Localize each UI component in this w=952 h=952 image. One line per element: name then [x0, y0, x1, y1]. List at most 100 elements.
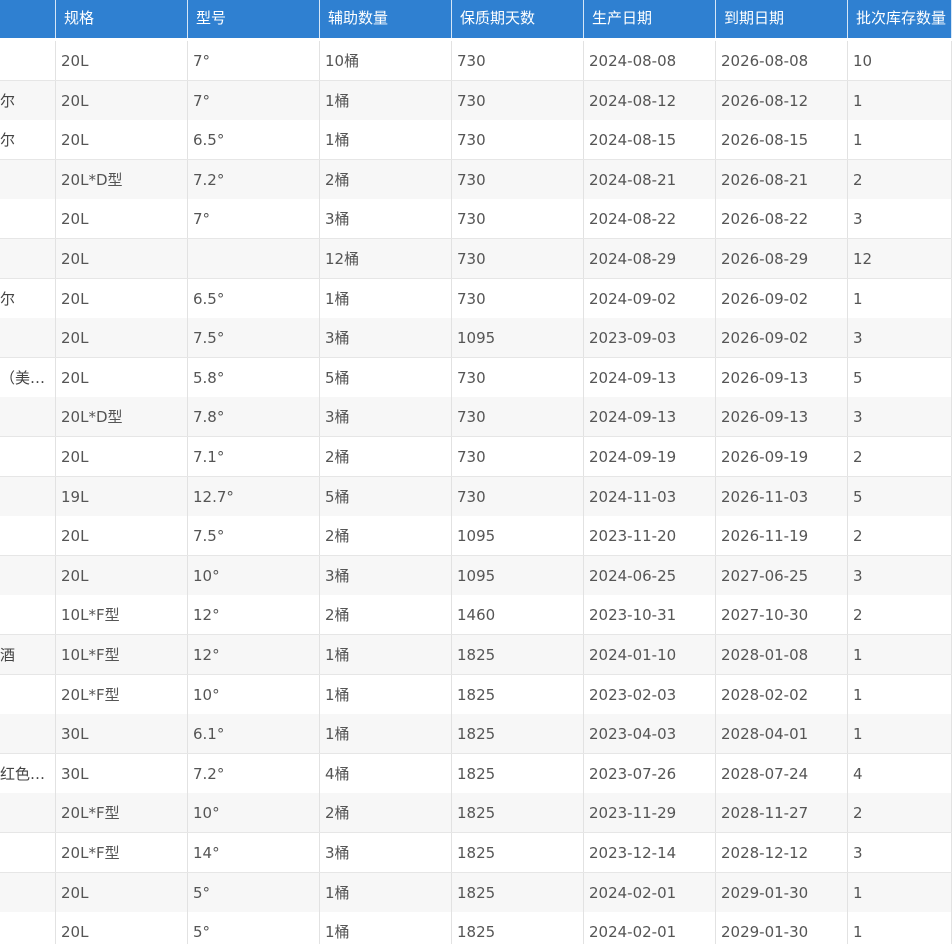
expiry-date-cell: 2028-12-12 — [716, 833, 848, 872]
header-expiry-date-column[interactable]: 到期日期 — [716, 0, 848, 38]
table-row[interactable]: 20L 5° 1桶 1825 2024-02-01 2029-01-30 1 — [0, 872, 952, 913]
expiry-date-cell: 2026-08-21 — [716, 159, 848, 199]
batch-stock-cell: 1 — [848, 80, 952, 120]
production-date-cell: 2023-10-31 — [584, 595, 716, 635]
aux-qty-cell: 1桶 — [320, 278, 452, 318]
table-row[interactable]: 红色… 30L 7.2° 4桶 1825 2023-07-26 2028-07-24 4 — [0, 753, 952, 794]
name-cell — [0, 714, 56, 754]
spec-cell: 10L*F型 — [56, 595, 188, 635]
table-row[interactable]: 20L 7.1° 2桶 730 2024-09-19 2026-09-19 2 — [0, 437, 952, 477]
spec-cell: 20L — [56, 41, 188, 80]
production-date-cell: 2024-08-21 — [584, 159, 716, 199]
table-row[interactable]: 20L 7° 3桶 730 2024-08-22 2026-08-22 3 — [0, 199, 952, 240]
shelf-life-cell: 730 — [452, 80, 584, 120]
table-row[interactable]: 20L 7.5° 3桶 1095 2023-09-03 2026-09-02 3 — [0, 318, 952, 359]
table-row[interactable]: 20L*D型 7.2° 2桶 730 2024-08-21 2026-08-21 2 — [0, 159, 952, 200]
expiry-date-cell: 2026-09-19 — [716, 437, 848, 476]
expiry-date-cell: 2026-08-12 — [716, 80, 848, 120]
horizontal-scrollbar[interactable] — [0, 944, 952, 952]
spec-cell: 20L — [56, 318, 188, 358]
table-row[interactable]: 20L 7° 10桶 730 2024-08-08 2026-08-08 10 — [0, 41, 952, 81]
model-cell: 12° — [188, 635, 320, 674]
spec-cell: 20L*F型 — [56, 793, 188, 833]
expiry-date-cell: 2027-10-30 — [716, 595, 848, 635]
aux-qty-cell: 2桶 — [320, 437, 452, 476]
production-date-cell: 2024-08-12 — [584, 80, 716, 120]
aux-qty-cell: 5桶 — [320, 476, 452, 516]
shelf-life-cell: 730 — [452, 278, 584, 318]
name-cell — [0, 397, 56, 437]
table-header: 规格 型号 辅助数量 保质期天数 生产日期 到期日期 批次库存数量 — [0, 0, 952, 38]
header-batch-stock-column[interactable]: 批次库存数量 — [848, 0, 952, 38]
spec-cell: 20L*F型 — [56, 674, 188, 714]
aux-qty-cell: 12桶 — [320, 239, 452, 278]
expiry-date-cell: 2026-08-29 — [716, 239, 848, 278]
header-spec-column[interactable]: 规格 — [56, 0, 188, 38]
name-cell: （美… — [0, 357, 56, 397]
spec-cell: 30L — [56, 714, 188, 754]
production-date-cell: 2024-08-08 — [584, 41, 716, 80]
shelf-life-cell: 1095 — [452, 318, 584, 358]
table-row[interactable]: 20L*F型 10° 1桶 1825 2023-02-03 2028-02-02 1 — [0, 674, 952, 715]
table-row[interactable]: 19L 12.7° 5桶 730 2024-11-03 2026-11-03 5 — [0, 476, 952, 517]
expiry-date-cell: 2026-08-08 — [716, 41, 848, 80]
name-cell — [0, 199, 56, 239]
shelf-life-cell: 1825 — [452, 635, 584, 674]
table-row[interactable]: （美… 20L 5.8° 5桶 730 2024-09-13 2026-09-13 5 — [0, 357, 952, 398]
batch-stock-cell: 10 — [848, 41, 952, 80]
aux-qty-cell: 2桶 — [320, 595, 452, 635]
table-row[interactable]: 20L*F型 14° 3桶 1825 2023-12-14 2028-12-12 3 — [0, 833, 952, 873]
production-date-cell: 2023-11-29 — [584, 793, 716, 833]
expiry-date-cell: 2028-07-24 — [716, 753, 848, 793]
aux-qty-cell: 1桶 — [320, 674, 452, 714]
table-row[interactable]: 酒 10L*F型 12° 1桶 1825 2024-01-10 2028-01-08 1 — [0, 635, 952, 675]
header-shelf-life-column[interactable]: 保质期天数 — [452, 0, 584, 38]
table-row[interactable]: 20L 12桶 730 2024-08-29 2026-08-29 12 — [0, 239, 952, 279]
aux-qty-cell: 3桶 — [320, 318, 452, 358]
production-date-cell: 2024-09-13 — [584, 357, 716, 397]
production-date-cell: 2023-12-14 — [584, 833, 716, 872]
table-row[interactable]: 尔 20L 6.5° 1桶 730 2024-09-02 2026-09-02 1 — [0, 278, 952, 319]
table-row[interactable]: 20L*D型 7.8° 3桶 730 2024-09-13 2026-09-13 3 — [0, 397, 952, 438]
production-date-cell: 2023-02-03 — [584, 674, 716, 714]
model-cell: 5.8° — [188, 357, 320, 397]
model-cell: 7° — [188, 41, 320, 80]
table-row[interactable]: 尔 20L 7° 1桶 730 2024-08-12 2026-08-12 1 — [0, 80, 952, 121]
expiry-date-cell: 2026-11-03 — [716, 476, 848, 516]
spec-cell: 20L — [56, 239, 188, 278]
name-cell — [0, 159, 56, 199]
header-name-column[interactable] — [0, 0, 56, 38]
table-row[interactable]: 10L*F型 12° 2桶 1460 2023-10-31 2027-10-30 2 — [0, 595, 952, 636]
model-cell: 10° — [188, 555, 320, 595]
table-row[interactable]: 尔 20L 6.5° 1桶 730 2024-08-15 2026-08-15 1 — [0, 120, 952, 161]
shelf-life-cell: 1825 — [452, 674, 584, 714]
table-row[interactable]: 20L 10° 3桶 1095 2024-06-25 2027-06-25 3 — [0, 555, 952, 596]
batch-stock-cell: 1 — [848, 714, 952, 754]
spec-cell: 20L — [56, 80, 188, 120]
table-row[interactable]: 20L 7.5° 2桶 1095 2023-11-20 2026-11-19 2 — [0, 516, 952, 557]
model-cell: 14° — [188, 833, 320, 872]
spec-cell: 20L — [56, 437, 188, 476]
model-cell: 7.1° — [188, 437, 320, 476]
aux-qty-cell: 4桶 — [320, 753, 452, 793]
model-cell: 7.5° — [188, 318, 320, 358]
shelf-life-cell: 730 — [452, 41, 584, 80]
batch-stock-cell: 5 — [848, 476, 952, 516]
shelf-life-cell: 730 — [452, 357, 584, 397]
production-date-cell: 2024-11-03 — [584, 476, 716, 516]
table-row[interactable]: 30L 6.1° 1桶 1825 2023-04-03 2028-04-01 1 — [0, 714, 952, 755]
model-cell: 7.8° — [188, 397, 320, 437]
expiry-date-cell: 2028-04-01 — [716, 714, 848, 754]
shelf-life-cell: 1825 — [452, 714, 584, 754]
table-row[interactable]: 20L*F型 10° 2桶 1825 2023-11-29 2028-11-27 2 — [0, 793, 952, 834]
header-production-date-column[interactable]: 生产日期 — [584, 0, 716, 38]
spec-cell: 20L — [56, 516, 188, 556]
aux-qty-cell: 3桶 — [320, 833, 452, 872]
expiry-date-cell: 2026-09-02 — [716, 318, 848, 358]
spec-cell: 20L*D型 — [56, 159, 188, 199]
model-cell: 5° — [188, 872, 320, 912]
production-date-cell: 2024-08-29 — [584, 239, 716, 278]
header-model-column[interactable]: 型号 — [188, 0, 320, 38]
header-aux-qty-column[interactable]: 辅助数量 — [320, 0, 452, 38]
production-date-cell: 2024-01-10 — [584, 635, 716, 674]
